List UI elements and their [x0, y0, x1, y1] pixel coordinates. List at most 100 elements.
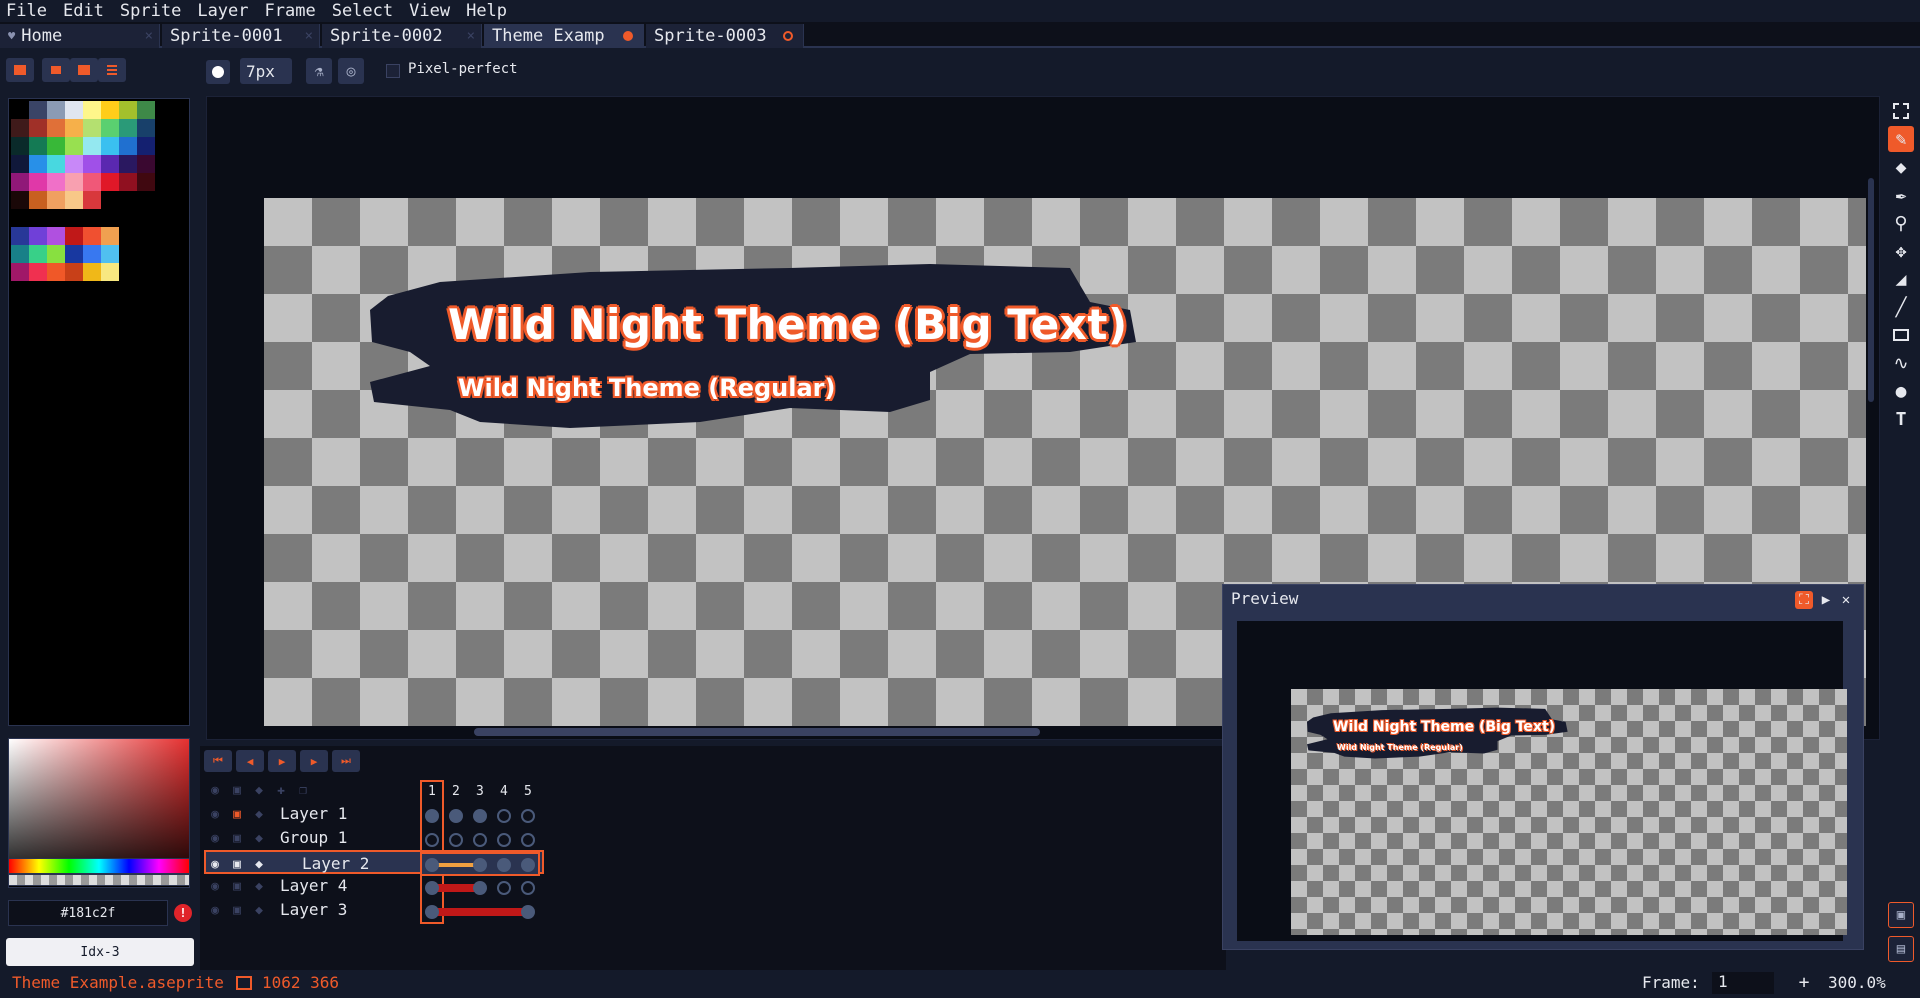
menu-view[interactable]: View	[403, 1, 460, 21]
palette-swatch[interactable]	[65, 245, 83, 263]
eye-icon[interactable]: ◉	[206, 829, 224, 847]
sort-palette-button[interactable]	[42, 58, 70, 82]
palette-swatch[interactable]	[65, 119, 83, 137]
frame-number[interactable]: 1	[428, 784, 436, 799]
cel[interactable]	[521, 881, 535, 895]
menu-help[interactable]: Help	[460, 1, 517, 21]
palette-swatch[interactable]	[65, 137, 83, 155]
palette-swatch[interactable]	[101, 137, 119, 155]
cel[interactable]	[425, 833, 439, 847]
palette-swatch[interactable]	[83, 245, 101, 263]
next-frame-button[interactable]: ▶	[300, 750, 328, 772]
close-icon[interactable]: ×	[305, 28, 313, 44]
cel[interactable]	[521, 858, 535, 872]
lock-icon[interactable]: ▣	[228, 877, 246, 895]
palette-swatch[interactable]	[137, 173, 155, 191]
palette-swatch[interactable]	[11, 119, 29, 137]
frame-input[interactable]: 1	[1712, 972, 1774, 994]
frame-number[interactable]: 5	[524, 784, 532, 799]
palette-swatch[interactable]	[29, 119, 47, 137]
palette-swatch[interactable]	[11, 101, 29, 119]
frame-number[interactable]: 2	[452, 784, 460, 799]
palette-swatch[interactable]	[101, 119, 119, 137]
palette-swatch[interactable]	[11, 173, 29, 191]
zoom-level[interactable]: 300.0%	[1828, 973, 1886, 992]
palette-swatch[interactable]	[11, 227, 29, 245]
continuous-icon[interactable]: ◆	[250, 877, 268, 895]
group-icon[interactable]: ❐	[294, 781, 312, 799]
palette-swatch[interactable]	[11, 263, 29, 281]
marquee-tool[interactable]	[1888, 98, 1914, 124]
cel[interactable]	[425, 881, 439, 895]
preview-mode-icon[interactable]: ⛶	[1795, 591, 1813, 609]
palette-swatch[interactable]	[101, 155, 119, 173]
palette-swatch[interactable]	[29, 227, 47, 245]
continuous-icon[interactable]: ◆	[250, 829, 268, 847]
palette-swatch[interactable]	[119, 173, 137, 191]
brush-size-field[interactable]: 7px	[240, 58, 292, 84]
frame-number[interactable]: 3	[476, 784, 484, 799]
brush-type-button[interactable]	[206, 60, 230, 84]
palette-swatch[interactable]	[101, 101, 119, 119]
palette-swatch[interactable]	[11, 245, 29, 263]
palette-swatch[interactable]	[83, 101, 101, 119]
palette-swatch[interactable]	[83, 119, 101, 137]
eye-icon[interactable]: ◉	[206, 877, 224, 895]
palette-swatch[interactable]	[47, 173, 65, 191]
palette-swatch[interactable]	[119, 137, 137, 155]
line-tool[interactable]: ╱	[1888, 294, 1914, 320]
add-layer-icon[interactable]: ✚	[272, 781, 290, 799]
palette-swatch[interactable]	[137, 155, 155, 173]
zoom-tool[interactable]: ⚲	[1888, 210, 1914, 236]
close-icon[interactable]: ×	[145, 28, 153, 44]
cel[interactable]	[497, 809, 511, 823]
paint-bucket-tool[interactable]: ◢	[1888, 266, 1914, 292]
preview-viewport[interactable]: Wild Night Theme (Big Text) Wild Night T…	[1237, 621, 1847, 941]
palette-swatch[interactable]	[83, 191, 101, 209]
eye-icon[interactable]: ◉	[206, 805, 224, 823]
move-tool[interactable]: ✥	[1888, 238, 1914, 264]
pixel-perfect-checkbox[interactable]	[386, 64, 400, 78]
palette-swatch[interactable]	[137, 101, 155, 119]
warning-icon[interactable]: !	[174, 904, 192, 922]
palette-swatch[interactable]	[83, 137, 101, 155]
cel[interactable]	[521, 809, 535, 823]
rectangle-tool[interactable]	[1888, 322, 1914, 348]
palette-swatch[interactable]	[29, 191, 47, 209]
palette-swatch[interactable]	[101, 245, 119, 263]
palette-swatch[interactable]	[29, 137, 47, 155]
play-button[interactable]: ▶	[268, 750, 296, 772]
hue-slider[interactable]	[8, 858, 190, 874]
palette-swatch[interactable]	[47, 263, 65, 281]
layer-row[interactable]: ◉ ▣ ◆ Group 1	[204, 826, 544, 850]
palette-swatch[interactable]	[11, 137, 29, 155]
layer-row[interactable]: ◉ ▣ ◆ Layer 1	[204, 802, 544, 826]
close-icon[interactable]: ✕	[1837, 591, 1855, 609]
timeline-toggle-button[interactable]: ▤	[1888, 936, 1914, 962]
pencil-tool[interactable]: ✎	[1888, 126, 1914, 152]
blur-tool[interactable]: ●	[1888, 378, 1914, 404]
palette-swatch[interactable]	[119, 155, 137, 173]
horizontal-scrollbar[interactable]	[474, 728, 1040, 736]
palette-swatch[interactable]	[47, 119, 65, 137]
menu-sprite[interactable]: Sprite	[114, 1, 191, 21]
palette-swatch[interactable]	[101, 263, 119, 281]
palette-swatch[interactable]	[83, 155, 101, 173]
eye-icon[interactable]: ◉	[206, 901, 224, 919]
cel[interactable]	[425, 905, 439, 919]
palette-swatch[interactable]	[29, 101, 47, 119]
palette-swatch[interactable]	[65, 155, 83, 173]
palette-swatch[interactable]	[119, 119, 137, 137]
last-frame-button[interactable]: ⏭	[332, 750, 360, 772]
tab-sprite-0002[interactable]: Sprite-0002 ×	[322, 24, 482, 48]
palette-swatch[interactable]	[137, 137, 155, 155]
lock-palette-button[interactable]	[6, 58, 34, 82]
lock-icon[interactable]: ▣	[228, 855, 246, 873]
palette-swatch[interactable]	[65, 191, 83, 209]
palette-swatch[interactable]	[47, 155, 65, 173]
vertical-scrollbar[interactable]	[1868, 178, 1874, 402]
cel[interactable]	[425, 858, 439, 872]
lock-icon[interactable]: ▣	[228, 805, 246, 823]
lock-icon[interactable]: ▣	[228, 781, 246, 799]
preview-toggle-button[interactable]: ▣	[1888, 902, 1914, 928]
